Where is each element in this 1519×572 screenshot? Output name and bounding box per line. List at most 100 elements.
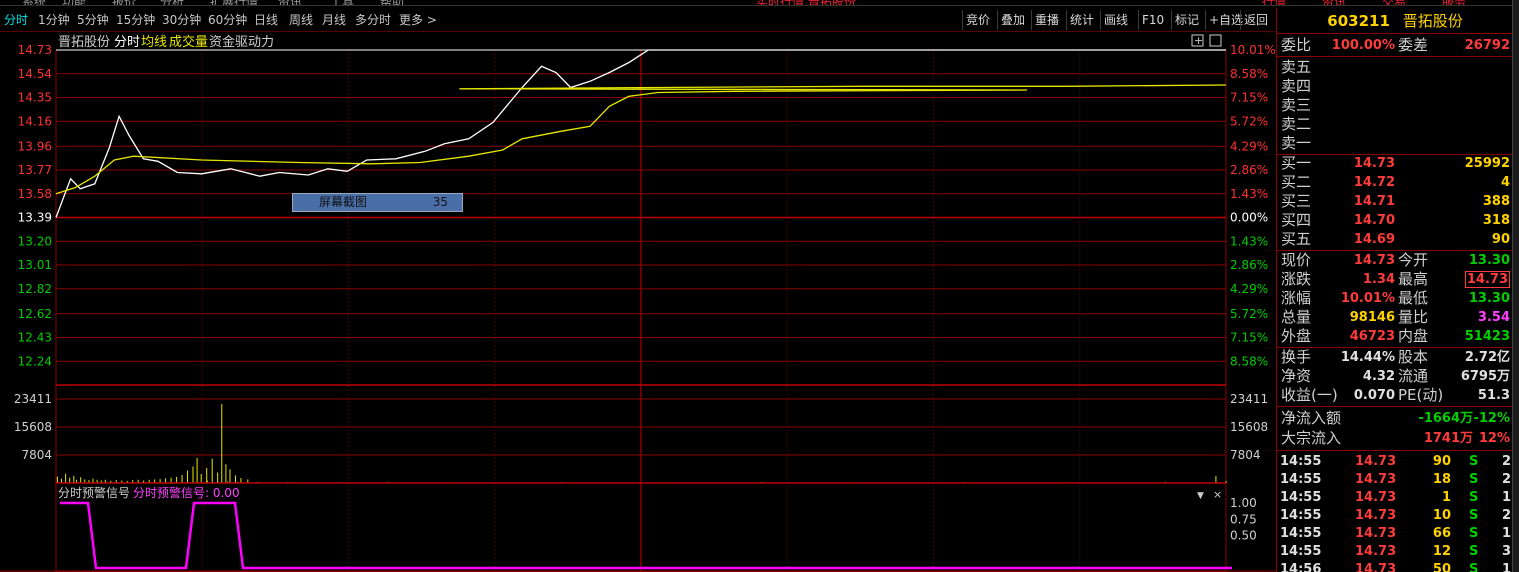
buy-level-row: 买四 14.70 318	[1277, 211, 1513, 230]
buy-level-label: 买一	[1281, 154, 1312, 172]
price-tick-label: 14.16	[18, 114, 52, 128]
pct-tick-label: 7.15%	[1230, 91, 1268, 105]
window-title: 实时行情 晋拓股份	[756, 0, 856, 5]
price-tick-label: 12.82	[18, 282, 52, 296]
panel-separator	[1277, 406, 1513, 407]
intraday-chart[interactable]: 晋拓股份 分时 均线 成交量 资金驱动力 +14.73 10.01% 14.54 8.58% 14…	[0, 8, 1276, 572]
menu-item[interactable]: 分析	[160, 0, 184, 5]
menu-button[interactable]: 服务	[1442, 0, 1466, 5]
volume-tick-label-right: 23411	[1230, 392, 1268, 406]
tick-price: 14.73	[1355, 526, 1397, 541]
fundamentals-value: 0.070	[1353, 388, 1395, 403]
weicha-label: 委差	[1398, 36, 1429, 54]
fund-flow-label: 净流入额	[1281, 409, 1342, 427]
fundamentals-value-2: 51.3	[1477, 388, 1510, 403]
buy-level-volume: 388	[1482, 194, 1510, 209]
fund-driver-legend[interactable]: 资金驱动力	[209, 34, 274, 50]
volume-legend[interactable]: 成交量	[169, 34, 208, 50]
sell-level-row: 卖四	[1277, 77, 1513, 96]
weibi-row: 委比 100.00% 委差 26792	[1277, 36, 1513, 55]
fund-flow-value: -1664万	[1418, 411, 1473, 426]
signal-tick-label: 1.00	[1230, 496, 1257, 510]
menu-item[interactable]: 帮助	[380, 0, 404, 5]
buy-level-label: 买三	[1281, 192, 1312, 210]
tick-count: 1	[1501, 562, 1511, 572]
pct-tick-label: 5.72%	[1230, 114, 1268, 128]
chart-stock-name: 晋拓股份	[58, 35, 110, 50]
menu-button[interactable]: 资讯	[1322, 0, 1346, 5]
quote-value-2: 3.54	[1477, 310, 1510, 325]
buy-level-price: 14.70	[1353, 213, 1395, 228]
fund-flow-label: 大宗流入	[1281, 429, 1342, 447]
sell-level-row: 卖五	[1277, 58, 1513, 77]
menu-button[interactable]: 行情	[1262, 0, 1286, 5]
volume-tick-label: 7804	[21, 448, 52, 462]
buy-level-price: 14.73	[1353, 156, 1395, 171]
tick-side: S	[1469, 526, 1479, 541]
price-tick-label: 13.39	[18, 211, 52, 225]
tick-row: 14:55 14.73 90 S 2	[1277, 453, 1513, 471]
pct-tick-label: 10.01%	[1230, 43, 1276, 57]
fundamentals-value: 4.32	[1362, 369, 1395, 384]
dropdown-icon[interactable]: ▼	[1197, 491, 1204, 501]
pct-tick-label: 5.72%	[1230, 307, 1268, 321]
pct-tick-label: 4.29%	[1230, 282, 1268, 296]
menu-button[interactable]: 交易	[1382, 0, 1406, 5]
stock-name: 晋拓股份	[1402, 12, 1463, 30]
menu-item[interactable]: 报价	[112, 0, 136, 5]
quote-value-2: 14.73	[1464, 271, 1510, 288]
quote-label: 涨幅	[1281, 289, 1312, 307]
quote-label: 涨跌	[1281, 270, 1312, 288]
chart-mode-label: 分时	[114, 35, 140, 50]
sell-level-label: 卖四	[1281, 77, 1312, 95]
buy-level-row: 买一 14.73 25992	[1277, 154, 1513, 173]
menu-item[interactable]: 系统	[22, 0, 46, 5]
pct-tick-label: 2.86%	[1230, 258, 1268, 272]
sell-level-label: 卖一	[1281, 134, 1312, 152]
buy-level-label: 买五	[1281, 230, 1312, 248]
price-tick-label: 13.58	[18, 187, 52, 201]
buy-level-price: 14.71	[1353, 194, 1395, 209]
quote-row: 现价 14.73 今开 13.30	[1277, 251, 1513, 270]
menu-item[interactable]: 扩展行情	[210, 0, 258, 5]
tick-side: S	[1469, 562, 1479, 572]
avg-line-legend[interactable]: 均线	[141, 35, 167, 50]
tick-volume: 90	[1432, 454, 1451, 469]
tick-count: 1	[1501, 526, 1511, 541]
close-icon[interactable]: ×	[1213, 488, 1222, 501]
tick-volume: 12	[1432, 544, 1451, 559]
sell-level-row: 卖三	[1277, 96, 1513, 115]
fundamentals-row: 净资 4.32 流通 6795万	[1277, 367, 1513, 386]
pct-tick-label: 4.29%	[1230, 139, 1268, 153]
tick-volume: 10	[1432, 508, 1451, 523]
tick-side: S	[1469, 508, 1479, 523]
window-edge-scrollbar[interactable]	[1512, 0, 1519, 572]
tick-price: 14.73	[1355, 490, 1397, 505]
tick-volume: 1	[1441, 490, 1451, 505]
fundamentals-row: 换手 14.44% 股本 2.72亿	[1277, 348, 1513, 367]
pct-tick-label: 1.43%	[1230, 187, 1268, 201]
price-tick-label: 13.20	[18, 234, 52, 248]
fundamentals-value: 14.44%	[1340, 350, 1395, 365]
screenshot-tooltip: 屏幕截图 35	[292, 193, 463, 212]
sell-level-label: 卖五	[1281, 58, 1312, 76]
plus-icon: +	[1194, 34, 1203, 47]
buy-level-row: 买五 14.69 90	[1277, 230, 1513, 249]
menu-item[interactable]: 资讯	[278, 0, 302, 5]
quote-value: 46723	[1349, 329, 1395, 344]
tick-time: 14:55	[1280, 526, 1322, 541]
volume-tick-label-right: 15608	[1230, 420, 1268, 434]
price-tick-label: 13.96	[18, 139, 52, 153]
signal-panel-title: 分时预警信号	[58, 485, 130, 500]
tick-time: 14:55	[1280, 490, 1322, 505]
tick-side: S	[1469, 544, 1479, 559]
tick-count: 2	[1501, 508, 1511, 523]
price-tick-label: 13.77	[18, 163, 52, 177]
menu-item[interactable]: 工具	[330, 0, 354, 5]
tick-time: 14:55	[1280, 472, 1322, 487]
tick-price: 14.73	[1355, 472, 1397, 487]
tick-time: 14:55	[1280, 544, 1322, 559]
fundamentals-label-2: 流通	[1398, 367, 1429, 385]
fund-flow-pct: 12%	[1478, 431, 1510, 446]
menu-item[interactable]: 功能	[62, 0, 86, 5]
